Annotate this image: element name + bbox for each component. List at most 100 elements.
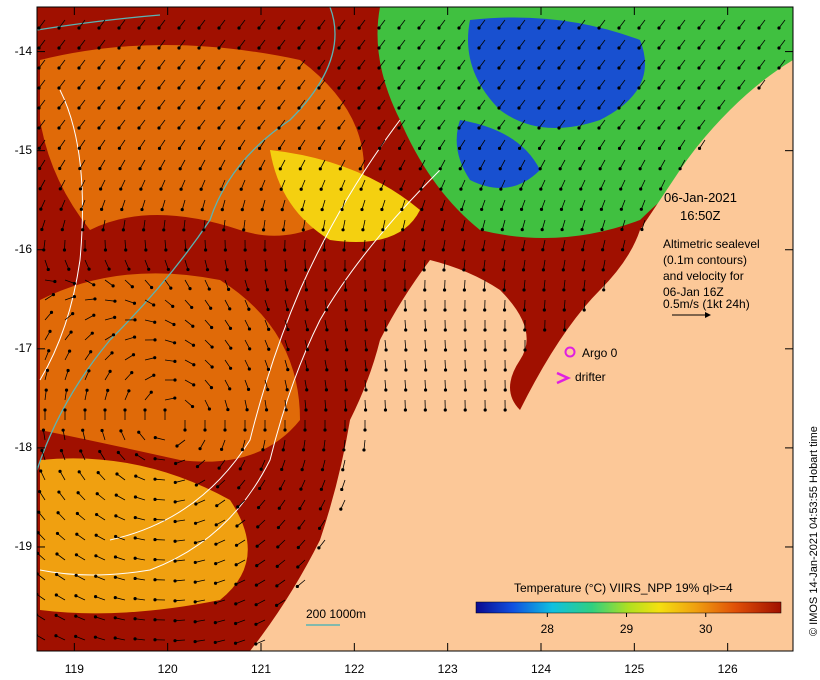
velocity-arrow-head [285, 388, 289, 392]
velocity-arrow-head [559, 187, 563, 191]
velocity-arrow-head [172, 341, 177, 345]
velocity-arrow-head [737, 66, 741, 70]
velocity-arrow-head [236, 505, 240, 509]
velocity-arrow-head [246, 387, 251, 391]
velocity-arrow-head [344, 328, 349, 332]
velocity-arrow-head [403, 408, 407, 412]
velocity-arrow-head [210, 325, 214, 330]
velocity-arrow-head [521, 268, 526, 272]
velocity-arrow-head [78, 166, 82, 171]
velocity-arrow-head [361, 228, 365, 232]
velocity-arrow-head [254, 583, 259, 587]
velocity-arrow-head [203, 248, 208, 252]
velocity-arrow-head [477, 86, 481, 90]
velocity-arrow-head [459, 187, 463, 191]
velocity-arrow-head [255, 544, 259, 548]
velocity-arrow-head [443, 408, 447, 412]
velocity-arrow-head [83, 248, 87, 252]
velocity-arrow-head [54, 593, 58, 597]
velocity-arrow-head [237, 106, 241, 110]
velocity-arrow-head [541, 268, 546, 272]
velocity-arrow-head [341, 228, 345, 232]
velocity-arrow-head [382, 268, 387, 272]
velocity-arrow-head [382, 248, 386, 252]
velocity-arrow-head [213, 621, 217, 625]
velocity-arrow-head [296, 545, 300, 550]
velocity-arrow-head [317, 126, 321, 130]
velocity-arrow-head [98, 167, 102, 171]
velocity-arrow-head [597, 126, 601, 130]
velocity-arrow-head [305, 368, 309, 372]
velocity-arrow-head [77, 86, 81, 90]
velocity-arrow-head [364, 348, 368, 352]
velocity-arrow-head [81, 428, 85, 432]
velocity-arrow-head [619, 207, 623, 211]
velocity-arrow-head [160, 207, 164, 212]
velocity-arrow-head [659, 187, 663, 191]
velocity-arrow-head [300, 467, 304, 472]
velocity-arrow-head [500, 228, 504, 232]
velocity-arrow-head [363, 268, 367, 272]
velocity-arrow-head [257, 66, 261, 70]
velocity-arrow-head [697, 106, 701, 110]
velocity-arrow-head [157, 146, 162, 150]
velocity-arrow-head [57, 490, 61, 494]
velocity-arrow-head [403, 288, 407, 292]
velocity-arrow-head [397, 106, 401, 110]
velocity-arrow-head [539, 187, 543, 191]
velocity-arrow-head [153, 338, 157, 342]
velocity-arrow-head [399, 187, 403, 191]
velocity-arrow-head [153, 638, 157, 642]
velocity-arrow-head [417, 86, 421, 90]
velocity-arrow-head [46, 267, 50, 272]
velocity-arrow-head [79, 449, 83, 453]
velocity-arrow-head [317, 86, 321, 90]
velocity-arrow-head [737, 26, 741, 30]
velocity-arrow-head [254, 622, 258, 626]
velocity-arrow-head [234, 621, 238, 626]
velocity-arrow-head [57, 66, 61, 70]
velocity-arrow-head [77, 46, 81, 50]
velocity-arrow-head [220, 208, 224, 212]
velocity-arrow-head [87, 267, 91, 271]
velocity-arrow-head [139, 187, 143, 191]
velocity-arrow-head [247, 307, 251, 311]
velocity-arrow-head [57, 26, 61, 30]
velocity-arrow-head [519, 187, 523, 191]
velocity-arrow-head [77, 106, 81, 110]
velocity-arrow-head [305, 308, 309, 312]
velocity-arrow-head [193, 600, 197, 604]
velocity-arrow-head [77, 26, 81, 30]
velocity-arrow-head [97, 26, 101, 30]
velocity-arrow-head [243, 428, 247, 432]
velocity-arrow-head [617, 26, 621, 30]
velocity-arrow-head [601, 268, 605, 272]
velocity-arrow-head [340, 487, 344, 492]
velocity-arrow-head [300, 207, 304, 212]
velocity-arrow-head [304, 288, 308, 292]
velocity-arrow-head [209, 386, 214, 390]
velocity-arrow-head [479, 187, 483, 191]
velocity-arrow-head [397, 66, 401, 70]
velocity-arrow-head [422, 268, 426, 272]
velocity-arrow-head [138, 167, 142, 171]
velocity-arrow-head [134, 453, 139, 457]
velocity-arrow-head [397, 86, 401, 90]
velocity-arrow-head [41, 428, 46, 432]
velocity-arrow-head [503, 408, 507, 412]
velocity-arrow-head [503, 368, 507, 372]
velocity-arrow-head [143, 408, 147, 412]
velocity-arrow-head [111, 333, 116, 337]
velocity-arrow-head [257, 86, 261, 90]
velocity-arrow-head [178, 167, 182, 171]
velocity-arrow-head [481, 248, 485, 252]
argo-legend-label: Argo 0 [582, 346, 618, 360]
velocity-arrow-head [463, 368, 468, 372]
velocity-arrow-head [275, 584, 279, 588]
velocity-arrow-head [502, 288, 506, 292]
velocity-arrow-head [113, 636, 117, 640]
velocity-arrow-head [324, 288, 328, 292]
velocity-arrow-head [417, 126, 421, 130]
velocity-arrow-head [617, 46, 621, 50]
velocity-arrow-head [317, 526, 322, 531]
